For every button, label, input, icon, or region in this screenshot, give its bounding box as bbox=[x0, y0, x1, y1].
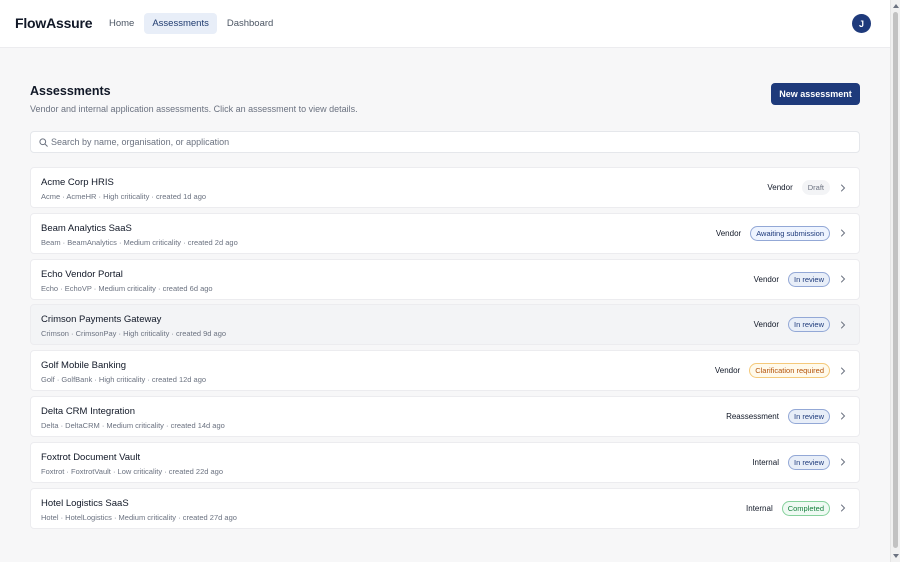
assessment-list: Acme Corp HRIS Acme · AcmeHR · High criti… bbox=[30, 167, 860, 533]
assessment-meta: Echo · EchoVP · Medium criticality · cre… bbox=[41, 283, 213, 293]
brand-logo[interactable]: FlowAssure bbox=[15, 15, 93, 31]
assessment-type-label: Vendor bbox=[715, 228, 742, 238]
assessment-row-right: Vendor In review bbox=[750, 260, 847, 299]
page-scrollbar[interactable] bbox=[890, 0, 900, 562]
chevron-right-icon bbox=[841, 504, 846, 512]
status-badge: In review bbox=[787, 408, 830, 424]
assessment-meta: Golf · GolfBank · High criticality · cre… bbox=[41, 375, 207, 385]
assessment-title: Acme Corp HRIS bbox=[41, 177, 114, 188]
main-nav: Home Assessments Dashboard bbox=[101, 13, 281, 34]
assessment-row-right: Reassessment In review bbox=[722, 397, 847, 436]
assessment-row-right: Vendor Clarification required bbox=[711, 351, 847, 390]
assessment-meta: Beam · BeamAnalytics · Medium criticalit… bbox=[41, 237, 238, 247]
assessment-row[interactable]: Foxtrot Document Vault Foxtrot · FoxtrotV… bbox=[30, 441, 860, 483]
assessment-type-label: Vendor bbox=[714, 366, 741, 376]
assessment-meta: Crimson · CrimsonPay · High criticality … bbox=[41, 329, 227, 339]
nav-assessments[interactable]: Assessments bbox=[144, 13, 217, 34]
search-bar bbox=[30, 131, 860, 153]
chevron-right-icon bbox=[841, 275, 846, 283]
chevron-right-icon bbox=[841, 321, 846, 329]
assessment-row-right: Internal Completed bbox=[742, 489, 847, 528]
chevron-right-icon bbox=[841, 412, 846, 420]
page-title: Assessments bbox=[30, 84, 111, 98]
assessment-type-label: Vendor bbox=[753, 320, 779, 330]
assessment-meta: Hotel · HotelLogistics · Medium critical… bbox=[41, 512, 237, 522]
assessment-type-label: Internal bbox=[752, 457, 779, 467]
page-subtitle: Vendor and internal application assessme… bbox=[30, 104, 358, 114]
assessment-row-right: Vendor Awaiting submission bbox=[712, 214, 847, 253]
status-badge: Clarification required bbox=[749, 363, 830, 379]
nav-home[interactable]: Home bbox=[101, 13, 142, 34]
chevron-right-icon bbox=[841, 367, 846, 375]
assessment-meta: Acme · AcmeHR · High criticality · creat… bbox=[41, 192, 207, 201]
assessment-row-right: Vendor Draft bbox=[763, 168, 847, 207]
assessment-row[interactable]: Hotel Logistics SaaS Hotel · HotelLogisti… bbox=[30, 487, 860, 529]
scroll-down-arrow[interactable] bbox=[893, 554, 899, 558]
assessment-type-label: Vendor bbox=[753, 274, 779, 284]
assessment-row[interactable]: Acme Corp HRIS Acme · AcmeHR · High criti… bbox=[30, 167, 860, 208]
assessment-type-label: Vendor bbox=[767, 183, 793, 192]
search-input[interactable] bbox=[51, 132, 851, 152]
assessment-title: Hotel Logistics SaaS bbox=[41, 497, 129, 509]
assessment-row[interactable]: Echo Vendor Portal Echo · EchoVP · Medium… bbox=[30, 258, 860, 300]
assessment-title: Golf Mobile Banking bbox=[41, 360, 127, 372]
assessment-title: Crimson Payments Gateway bbox=[41, 314, 162, 326]
assessment-row[interactable]: Beam Analytics SaaS Beam · BeamAnalytics … bbox=[30, 212, 860, 254]
assessment-row[interactable]: Crimson Payments Gateway Crimson · Crimso… bbox=[30, 304, 860, 346]
status-badge: In review bbox=[787, 454, 830, 470]
chevron-right-icon bbox=[841, 184, 846, 191]
status-badge: In review bbox=[787, 271, 830, 287]
chevron-right-icon bbox=[841, 458, 846, 466]
assessment-type-label: Reassessment bbox=[726, 411, 779, 421]
nav-dashboard[interactable]: Dashboard bbox=[219, 13, 281, 34]
status-badge: Awaiting submission bbox=[750, 225, 830, 241]
assessment-title: Beam Analytics SaaS bbox=[41, 222, 132, 234]
scroll-thumb[interactable] bbox=[893, 12, 898, 548]
assessment-row-right: Vendor In review bbox=[750, 305, 847, 344]
assessment-title: Echo Vendor Portal bbox=[41, 268, 123, 280]
search-icon bbox=[39, 138, 48, 147]
user-avatar[interactable]: J bbox=[852, 14, 871, 33]
assessment-meta: Delta · DeltaCRM · Medium criticality · … bbox=[41, 420, 225, 430]
status-badge: Completed bbox=[781, 500, 830, 516]
assessment-type-label: Internal bbox=[746, 503, 773, 513]
assessment-title: Foxtrot Document Vault bbox=[41, 451, 141, 463]
chevron-right-icon bbox=[841, 229, 846, 237]
status-badge: In review bbox=[787, 317, 830, 333]
assessment-row[interactable]: Delta CRM Integration Delta · DeltaCRM · … bbox=[30, 395, 860, 437]
top-navbar: FlowAssure Home Assessments Dashboard J bbox=[0, 0, 890, 48]
assessment-meta: Foxtrot · FoxtrotVault · Low criticality… bbox=[41, 466, 224, 476]
scroll-up-arrow[interactable] bbox=[893, 4, 899, 8]
assessment-title: Delta CRM Integration bbox=[41, 405, 135, 417]
status-badge: Draft bbox=[801, 180, 830, 195]
assessment-row-right: Internal In review bbox=[748, 443, 847, 482]
assessment-row[interactable]: Golf Mobile Banking Golf · GolfBank · Hig… bbox=[30, 350, 860, 392]
new-assessment-button[interactable]: New assessment bbox=[771, 83, 860, 105]
